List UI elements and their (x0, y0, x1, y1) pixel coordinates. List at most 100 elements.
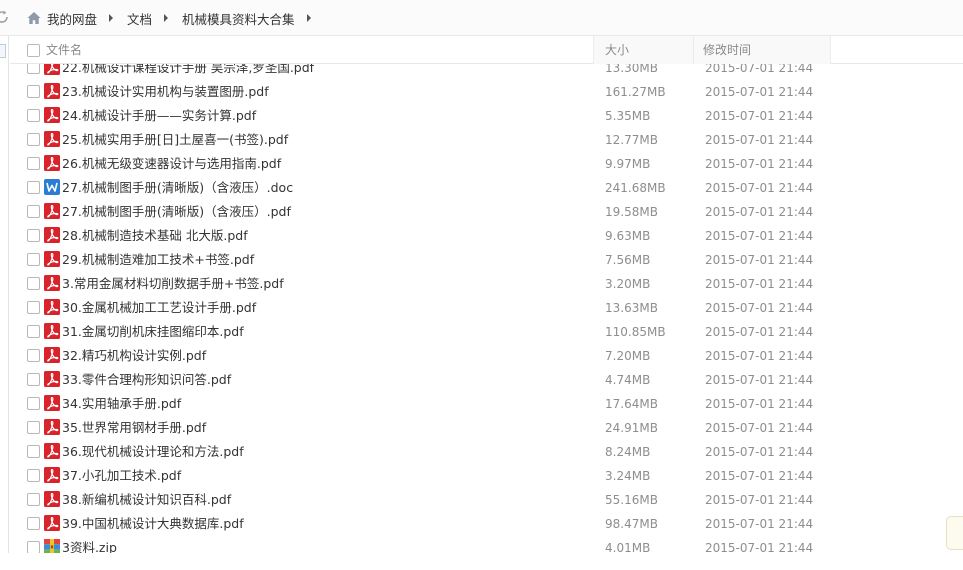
file-size: 24.91MB (605, 421, 658, 435)
row-checkbox[interactable] (27, 64, 40, 74)
file-row[interactable]: 32.精巧机构设计实例.pdf 7.20MB 2015-07-01 21:44 (10, 344, 963, 368)
file-row[interactable]: 39.中国机械设计大典数据库.pdf 98.47MB 2015-07-01 21… (10, 512, 963, 536)
column-divider (830, 36, 831, 64)
file-modified: 2015-07-01 21:44 (705, 517, 814, 531)
pdf-icon (44, 227, 60, 243)
file-row[interactable]: 3.常用金属材料切削数据手册+书签.pdf 3.20MB 2015-07-01 … (10, 272, 963, 296)
row-checkbox[interactable] (27, 181, 40, 194)
file-name[interactable]: 28.机械制造技术基础 北大版.pdf (62, 224, 248, 248)
row-checkbox[interactable] (27, 421, 40, 434)
bottom-strip (0, 553, 963, 570)
breadcrumb-item-documents[interactable]: 文档 (127, 9, 152, 28)
row-checkbox[interactable] (27, 469, 40, 482)
row-checkbox[interactable] (27, 277, 40, 290)
file-row[interactable]: 28.机械制造技术基础 北大版.pdf 9.63MB 2015-07-01 21… (10, 224, 963, 248)
row-checkbox[interactable] (27, 325, 40, 338)
pdf-icon (44, 299, 60, 315)
file-name[interactable]: 31.金属切削机床挂图缩印本.pdf (62, 320, 244, 344)
file-row[interactable]: 33.零件合理构形知识问答.pdf 4.74MB 2015-07-01 21:4… (10, 368, 963, 392)
file-row[interactable]: 36.现代机械设计理论和方法.pdf 8.24MB 2015-07-01 21:… (10, 440, 963, 464)
row-checkbox[interactable] (27, 493, 40, 506)
file-name[interactable]: 29.机械制造难加工技术+书签.pdf (62, 248, 254, 272)
file-row[interactable]: 37.小孔加工技术.pdf 3.24MB 2015-07-01 21:44 (10, 464, 963, 488)
column-name[interactable]: 文件名 (27, 36, 610, 64)
file-modified: 2015-07-01 21:44 (705, 349, 814, 363)
pdf-icon (44, 467, 60, 483)
column-modified[interactable]: 修改时间 (693, 36, 830, 64)
file-name[interactable]: 36.现代机械设计理论和方法.pdf (62, 440, 244, 464)
breadcrumb-item-my-drive[interactable]: 我的网盘 (47, 9, 97, 28)
file-name[interactable]: 39.中国机械设计大典数据库.pdf (62, 512, 244, 536)
row-checkbox[interactable] (27, 205, 40, 218)
file-rows: 22.机械设计课程设计手册 吴宗泽,罗圣国.pdf 13.30MB 2015-0… (10, 64, 963, 560)
row-checkbox[interactable] (27, 349, 40, 362)
row-checkbox[interactable] (27, 133, 40, 146)
file-name[interactable]: 38.新编机械设计知识百科.pdf (62, 488, 231, 512)
file-row[interactable]: 26.机械无级变速器设计与选用指南.pdf 9.97MB 2015-07-01 … (10, 152, 963, 176)
file-name[interactable]: 3.常用金属材料切削数据手册+书签.pdf (62, 272, 284, 296)
file-modified: 2015-07-01 21:44 (705, 373, 814, 387)
file-modified: 2015-07-01 21:44 (705, 445, 814, 459)
row-checkbox[interactable] (27, 229, 40, 242)
pdf-icon (44, 275, 60, 291)
file-name[interactable]: 33.零件合理构形知识问答.pdf (62, 368, 231, 392)
file-row[interactable]: 23.机械设计实用机构与装置图册.pdf 161.27MB 2015-07-01… (10, 80, 963, 104)
file-size: 9.63MB (605, 229, 651, 243)
row-checkbox[interactable] (27, 397, 40, 410)
file-name[interactable]: 22.机械设计课程设计手册 吴宗泽,罗圣国.pdf (62, 64, 314, 80)
sidebar-toggle[interactable] (0, 44, 6, 58)
breadcrumb-item-current-folder[interactable]: 机械模具资料大合集 (182, 9, 295, 28)
refresh-icon[interactable] (0, 8, 11, 26)
file-size: 3.24MB (605, 469, 651, 483)
row-checkbox[interactable] (27, 301, 40, 314)
file-row[interactable]: 24.机械设计手册——实务计算.pdf 5.35MB 2015-07-01 21… (10, 104, 963, 128)
pdf-icon (44, 395, 60, 411)
pdf-icon (44, 251, 60, 267)
file-name[interactable]: 32.精巧机构设计实例.pdf (62, 344, 206, 368)
row-checkbox[interactable] (27, 157, 40, 170)
row-checkbox[interactable] (27, 109, 40, 122)
select-all-checkbox[interactable] (27, 44, 40, 57)
column-size[interactable]: 大小 (593, 36, 693, 64)
sidebar-edge (0, 36, 9, 570)
file-name[interactable]: 27.机械制图手册(清晰版)（含液压）.pdf (62, 200, 291, 224)
file-row[interactable]: 30.金属机械加工工艺设计手册.pdf 13.63MB 2015-07-01 2… (10, 296, 963, 320)
row-checkbox[interactable] (27, 253, 40, 266)
pdf-icon (44, 323, 60, 339)
pdf-icon (44, 83, 60, 99)
breadcrumb-separator-icon (109, 14, 114, 22)
row-checkbox[interactable] (27, 85, 40, 98)
file-name[interactable]: 37.小孔加工技术.pdf (62, 464, 181, 488)
file-row[interactable]: 38.新编机械设计知识百科.pdf 55.16MB 2015-07-01 21:… (10, 488, 963, 512)
file-row[interactable]: 31.金属切削机床挂图缩印本.pdf 110.85MB 2015-07-01 2… (10, 320, 963, 344)
file-size: 8.24MB (605, 445, 651, 459)
file-row[interactable]: 34.实用轴承手册.pdf 17.64MB 2015-07-01 21:44 (10, 392, 963, 416)
row-checkbox[interactable] (27, 445, 40, 458)
file-size: 161.27MB (605, 85, 666, 99)
file-size: 9.97MB (605, 157, 651, 171)
file-size: 5.35MB (605, 109, 651, 123)
file-row[interactable]: 25.机械实用手册[日]土屋喜一(书签).pdf 12.77MB 2015-07… (10, 128, 963, 152)
file-name[interactable]: 27.机械制图手册(清晰版)（含液压）.doc (62, 176, 293, 200)
file-modified: 2015-07-01 21:44 (705, 325, 814, 339)
home-icon[interactable] (26, 10, 42, 26)
file-name[interactable]: 35.世界常用钢材手册.pdf (62, 416, 206, 440)
row-checkbox[interactable] (27, 517, 40, 530)
file-name[interactable]: 34.实用轴承手册.pdf (62, 392, 181, 416)
file-size: 17.64MB (605, 397, 658, 411)
file-row[interactable]: 29.机械制造难加工技术+书签.pdf 7.56MB 2015-07-01 21… (10, 248, 963, 272)
breadcrumb-dropdown-icon[interactable] (306, 14, 311, 22)
row-checkbox[interactable] (27, 373, 40, 386)
file-name[interactable]: 24.机械设计手册——实务计算.pdf (62, 104, 256, 128)
file-row[interactable]: 22.机械设计课程设计手册 吴宗泽,罗圣国.pdf 13.30MB 2015-0… (10, 64, 963, 80)
file-row[interactable]: 27.机械制图手册(清晰版)（含液压）.pdf 19.58MB 2015-07-… (10, 200, 963, 224)
floating-side-tab[interactable] (946, 516, 963, 550)
file-row[interactable]: 27.机械制图手册(清晰版)（含液压）.doc 241.68MB 2015-07… (10, 176, 963, 200)
breadcrumb-separator-icon (164, 14, 169, 22)
file-name[interactable]: 26.机械无级变速器设计与选用指南.pdf (62, 152, 281, 176)
file-row[interactable]: 35.世界常用钢材手册.pdf 24.91MB 2015-07-01 21:44 (10, 416, 963, 440)
file-browser-window: 我的网盘 文档 机械模具资料大合集 文件名 大小 修改时间 22.机械设计课程设… (0, 0, 963, 570)
file-name[interactable]: 30.金属机械加工工艺设计手册.pdf (62, 296, 256, 320)
file-name[interactable]: 25.机械实用手册[日]土屋喜一(书签).pdf (62, 128, 288, 152)
file-name[interactable]: 23.机械设计实用机构与装置图册.pdf (62, 80, 269, 104)
